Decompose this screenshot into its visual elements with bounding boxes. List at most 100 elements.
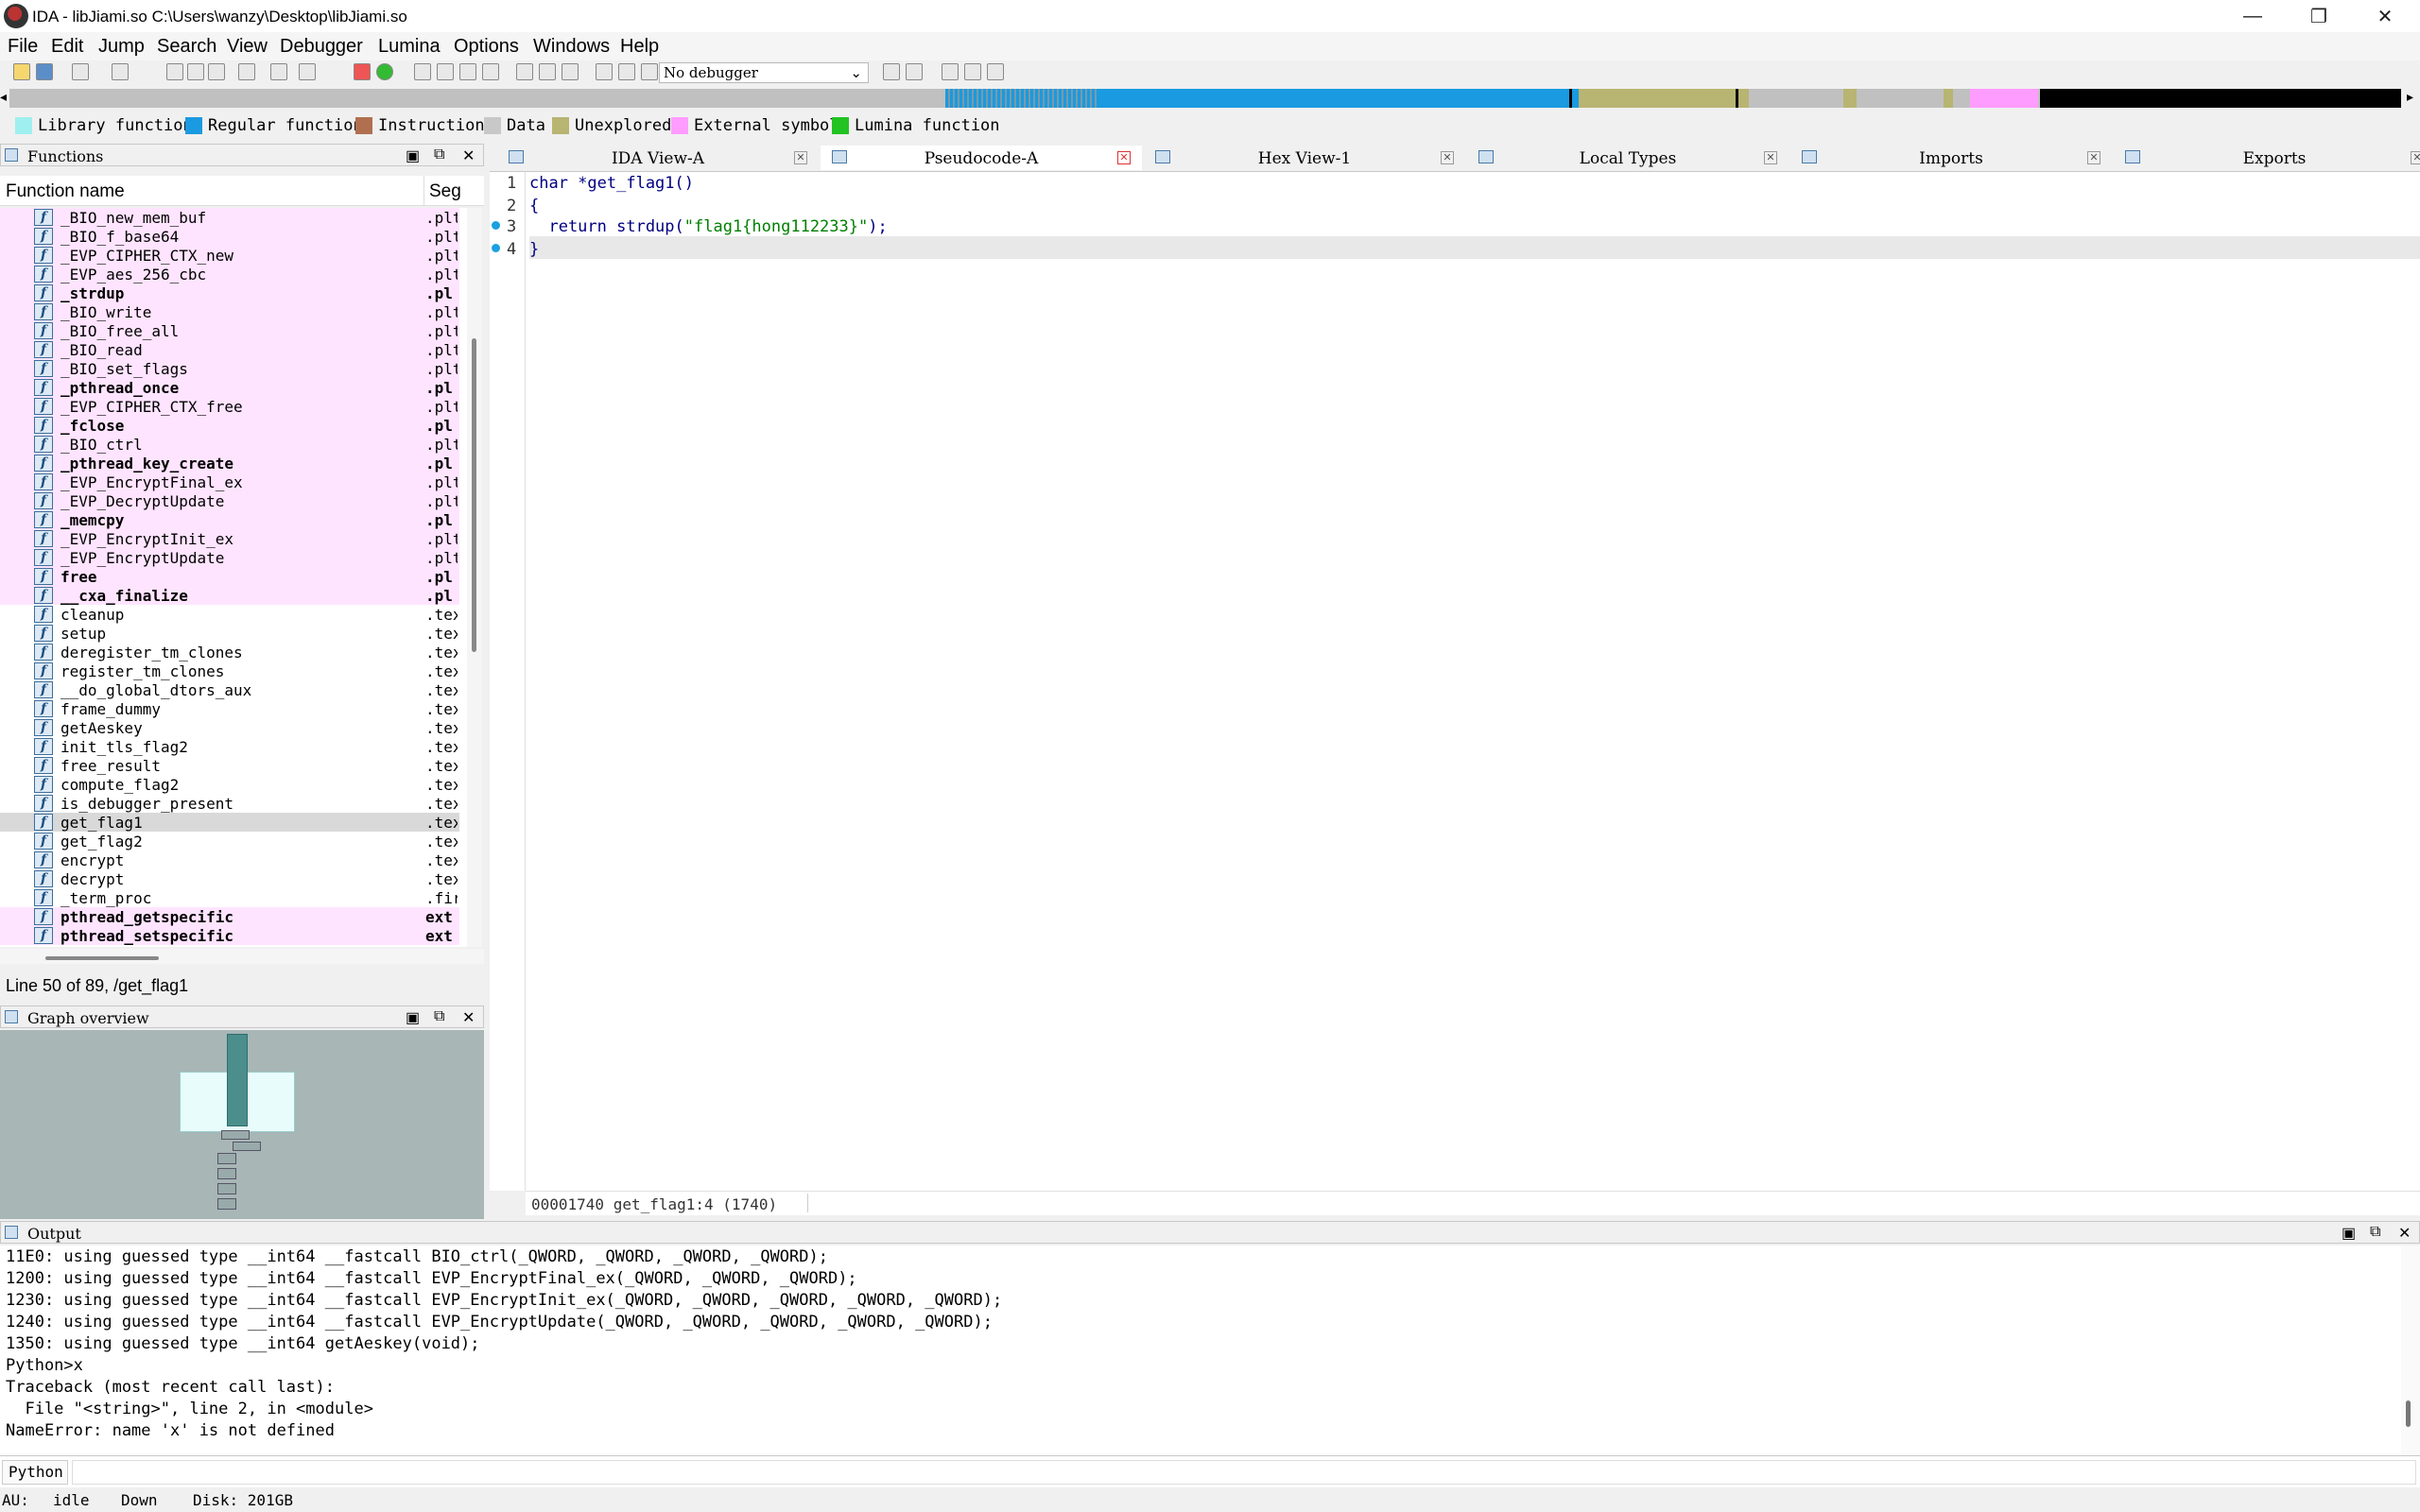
function-row[interactable]: f _fclose .pl — [0, 416, 459, 435]
search-next-icon[interactable] — [238, 63, 255, 80]
close-tab-icon[interactable]: ✕ — [794, 151, 807, 164]
function-row[interactable]: f decrypt .tex — [0, 869, 459, 888]
tab-pseudocode[interactable]: Pseudocode-A ✕ — [821, 146, 1142, 170]
lumina-icon[interactable] — [376, 63, 393, 80]
close-tab-icon[interactable]: ✕ — [2411, 151, 2420, 164]
float-panel-icon[interactable]: ⧉ — [434, 1008, 444, 1025]
menu-edit[interactable]: Edit — [51, 36, 83, 58]
functions-vscroll[interactable] — [467, 208, 482, 947]
function-row[interactable]: f getAeskey .tex — [0, 718, 459, 737]
function-row[interactable]: f _EVP_EncryptUpdate .plt — [0, 548, 459, 567]
float-panel-icon[interactable]: ⧉ — [2370, 1224, 2380, 1241]
nav-left-arrow[interactable]: ◂ — [0, 89, 9, 108]
menu-view[interactable]: View — [227, 36, 268, 58]
function-row[interactable]: f _BIO_set_flags .plt — [0, 359, 459, 378]
enum-icon[interactable] — [539, 63, 556, 80]
trace-icon[interactable] — [883, 63, 900, 80]
open-icon[interactable] — [13, 63, 30, 80]
pause-icon[interactable] — [618, 63, 635, 80]
code-line[interactable]: { — [529, 197, 539, 215]
tab-local-types[interactable]: Local Types ✕ — [1467, 146, 1789, 170]
function-row[interactable]: f free .pl — [0, 567, 459, 586]
code-line[interactable]: return strdup("flag1{hong112233}"); — [529, 217, 887, 236]
outline-icon[interactable] — [987, 63, 1004, 80]
menu-windows[interactable]: Windows — [533, 36, 610, 58]
close-panel-icon[interactable]: ✕ — [2398, 1224, 2411, 1243]
function-row[interactable]: f is_debugger_present .tex — [0, 794, 459, 813]
close-button[interactable]: ✕ — [2352, 0, 2418, 32]
data-icon[interactable] — [437, 63, 454, 80]
tab-ida-view[interactable]: IDA View-A ✕ — [497, 146, 819, 170]
menu-options[interactable]: Options — [454, 36, 519, 58]
graph-overview-canvas[interactable] — [0, 1030, 484, 1219]
debugger-select[interactable]: No debugger ⌄ — [659, 62, 869, 83]
function-row[interactable]: f _EVP_EncryptFinal_ex .plt — [0, 472, 459, 491]
menu-file[interactable]: File — [8, 36, 38, 58]
maximize-panel-icon[interactable]: ▣ — [406, 146, 420, 165]
save-icon[interactable] — [36, 63, 53, 80]
functions-hscroll-thumb[interactable] — [45, 956, 159, 960]
functions-hscroll[interactable] — [0, 949, 484, 964]
maximize-panel-icon[interactable]: ▣ — [2342, 1224, 2356, 1243]
trace-step-icon[interactable] — [906, 63, 923, 80]
output-vscroll[interactable] — [2401, 1246, 2420, 1455]
close-panel-icon[interactable]: ✕ — [462, 146, 475, 165]
back-icon[interactable] — [72, 63, 89, 80]
language-selector[interactable]: Python — [2, 1460, 68, 1485]
tab-imports[interactable]: Imports ✕ — [1790, 146, 2112, 170]
jump-icon[interactable] — [270, 63, 287, 80]
float-panel-icon[interactable]: ⧉ — [434, 146, 444, 163]
function-row[interactable]: f setup .tex — [0, 624, 459, 643]
function-row[interactable]: f _BIO_free_all .plt — [0, 321, 459, 340]
function-row[interactable]: f __do_global_dtors_aux .tex — [0, 680, 459, 699]
xref-icon[interactable] — [562, 63, 579, 80]
output-vscroll-thumb[interactable] — [2406, 1400, 2411, 1427]
function-row[interactable]: f __cxa_finalize .pl — [0, 586, 459, 605]
close-tab-icon[interactable]: ✕ — [1764, 151, 1777, 164]
tab-exports[interactable]: Exports ✕ — [2114, 146, 2420, 170]
code-icon[interactable] — [414, 63, 431, 80]
python-input[interactable] — [72, 1460, 2416, 1485]
immediate-search-icon[interactable] — [208, 63, 225, 80]
forward-icon[interactable] — [112, 63, 129, 80]
function-row[interactable]: f _BIO_new_mem_buf .plt — [0, 208, 459, 227]
function-row[interactable]: f _BIO_ctrl .plt — [0, 435, 459, 454]
minimize-button[interactable]: — — [2220, 0, 2286, 32]
function-row[interactable]: f register_tm_clones .tex — [0, 662, 459, 680]
function-row[interactable]: f frame_dummy .tex — [0, 699, 459, 718]
pseudocode-view[interactable] — [490, 172, 2420, 1191]
function-row[interactable]: f _term_proc .fir — [0, 888, 459, 907]
list-view-icon[interactable] — [942, 63, 959, 80]
functions-vscroll-thumb[interactable] — [472, 338, 476, 652]
close-panel-icon[interactable]: ✕ — [462, 1008, 475, 1027]
code-line[interactable]: char *get_flag1() — [529, 174, 694, 193]
function-row[interactable]: f cleanup .tex — [0, 605, 459, 624]
function-row[interactable]: f _strdup .pl — [0, 284, 459, 302]
text-search-icon[interactable] — [187, 63, 204, 80]
function-row[interactable]: f get_flag1 .tex — [0, 813, 459, 832]
menu-debugger[interactable]: Debugger — [280, 36, 363, 58]
menu-jump[interactable]: Jump — [98, 36, 145, 58]
code-line[interactable]: } — [529, 240, 539, 259]
function-row[interactable]: f _pthread_once .pl — [0, 378, 459, 397]
function-row[interactable]: f _EVP_EncryptInit_ex .plt — [0, 529, 459, 548]
struct-icon[interactable] — [516, 63, 533, 80]
menu-search[interactable]: Search — [157, 36, 216, 58]
nav-right-arrow[interactable]: ▸ — [2407, 89, 2418, 108]
output-console[interactable]: 11E0: using guessed type __int64 __fastc… — [0, 1246, 2401, 1455]
navigation-band[interactable] — [9, 89, 2401, 108]
function-row[interactable]: f _BIO_f_base64 .plt — [0, 227, 459, 246]
undefine-icon[interactable] — [459, 63, 476, 80]
function-row[interactable]: f get_flag2 .tex — [0, 832, 459, 850]
function-row[interactable]: f encrypt .tex — [0, 850, 459, 869]
menu-lumina[interactable]: Lumina — [378, 36, 441, 58]
column-segment[interactable]: Seg — [429, 181, 461, 202]
function-row[interactable]: f _EVP_CIPHER_CTX_new .plt — [0, 246, 459, 265]
tab-hex-view[interactable]: Hex View-1 ✕ — [1144, 146, 1465, 170]
menu-help[interactable]: Help — [620, 36, 659, 58]
function-row[interactable]: f _EVP_DecryptUpdate .plt — [0, 491, 459, 510]
function-row[interactable]: f deregister_tm_clones .tex — [0, 643, 459, 662]
function-row[interactable]: f compute_flag2 .tex — [0, 775, 459, 794]
function-row[interactable]: f _memcpy .pl — [0, 510, 459, 529]
function-row[interactable]: f init_tls_flag2 .tex — [0, 737, 459, 756]
